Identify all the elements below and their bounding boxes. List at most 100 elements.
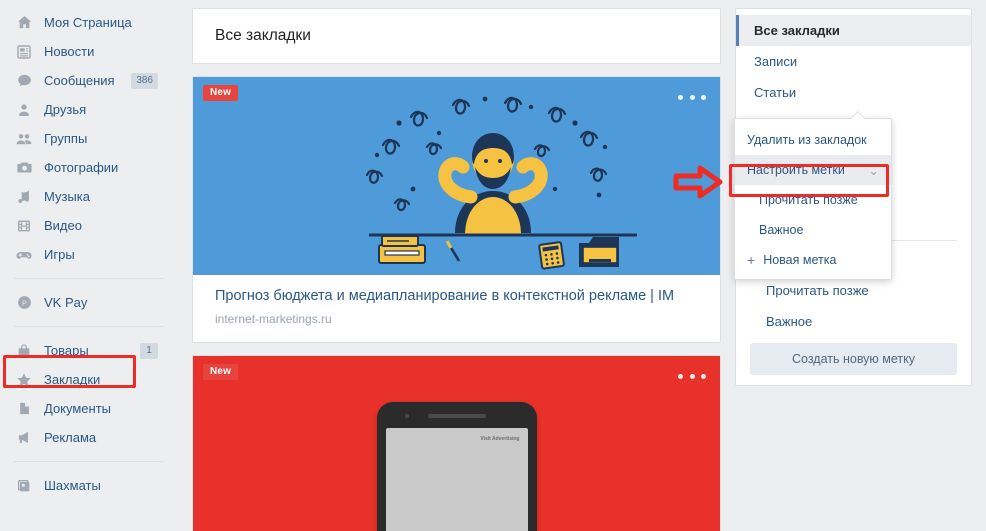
more-options-icon[interactable] [678, 368, 706, 384]
messages-count-badge: 386 [131, 72, 158, 89]
bookmark-card[interactable]: New Visit Advertising [192, 355, 721, 531]
label-item-important[interactable]: Важное [736, 306, 971, 337]
sidebar-item-ads[interactable]: Реклама [0, 423, 178, 452]
market-count-badge: 1 [140, 342, 158, 359]
sidebar-item-friends[interactable]: Друзья [0, 95, 178, 124]
right-nav-item-all-bookmarks[interactable]: Все закладки [736, 15, 971, 46]
menu-item-label: Прочитать позже [759, 193, 858, 207]
sidebar-item-photos[interactable]: Фотографии [0, 153, 178, 182]
sidebar-item-news[interactable]: Новости [0, 37, 178, 66]
menu-item-label: Новая метка [763, 253, 837, 267]
menu-item-new-label[interactable]: + Новая метка [735, 245, 891, 275]
illustration-stressed-man [365, 96, 637, 270]
left-sidebar: Моя Страница Новости Сообщения 386 Друзь… [0, 0, 178, 531]
more-options-icon[interactable] [678, 89, 706, 105]
sidebar-item-chess[interactable]: Шахматы [0, 471, 178, 500]
sidebar-item-groups[interactable]: Группы [0, 124, 178, 153]
label-item-text: Важное [766, 314, 813, 329]
phone-speaker [427, 414, 486, 418]
games-icon [14, 245, 34, 265]
sidebar-divider [14, 461, 164, 462]
sidebar-group-services: Товары 1 Закладки Документы Реклама [0, 336, 178, 452]
groups-icon [14, 129, 34, 149]
card-body: Прогноз бюджета и медиапланирование в ко… [193, 275, 720, 342]
sidebar-item-market[interactable]: Товары 1 [0, 336, 178, 365]
right-nav-label: Записи [754, 54, 798, 69]
plus-icon: + [747, 252, 756, 268]
card-banner-image[interactable]: New Visit Advertising [193, 356, 720, 531]
chevron-down-icon: ⌄ [868, 163, 879, 178]
new-badge: New [203, 364, 239, 380]
svg-text:P: P [22, 299, 27, 307]
sidebar-item-label: Игры [44, 247, 75, 262]
star-icon [14, 370, 34, 390]
sidebar-divider [14, 326, 164, 327]
create-new-label-text: Создать новую метку [791, 352, 915, 366]
menu-item-remove-bookmark[interactable]: Удалить из закладок [735, 125, 891, 155]
messages-icon [14, 71, 34, 91]
documents-icon [14, 399, 34, 419]
bookmark-card[interactable]: New Прогноз бюджета и медиапланирование … [192, 76, 721, 343]
sidebar-item-messages[interactable]: Сообщения 386 [0, 66, 178, 95]
sidebar-item-label: Закладки [44, 372, 101, 387]
sidebar-group-apps: Шахматы [0, 471, 178, 500]
sidebar-item-video[interactable]: Видео [0, 211, 178, 240]
photos-icon [14, 158, 34, 178]
menu-item-label: Настроить метки [747, 163, 845, 177]
page-header: Все закладки [192, 8, 721, 64]
sidebar-item-label: VK Pay [44, 295, 88, 310]
bookmark-context-menu[interactable]: Удалить из закладок Настроить метки ⌄ Пр… [734, 110, 892, 280]
sidebar-item-label: Фотографии [44, 160, 119, 175]
sidebar-item-games[interactable]: Игры [0, 240, 178, 269]
menu-item-label: Удалить из закладок [747, 133, 867, 147]
card-title[interactable]: Прогноз бюджета и медиапланирование в ко… [215, 287, 698, 306]
home-icon [14, 13, 34, 33]
sidebar-item-vk-pay[interactable]: P VK Pay [0, 288, 178, 317]
phone-camera [404, 414, 409, 418]
new-badge: New [203, 85, 239, 101]
ads-icon [14, 428, 34, 448]
market-icon [14, 341, 34, 361]
menu-item-read-later[interactable]: Прочитать позже [735, 185, 891, 215]
sidebar-item-music[interactable]: Музыка [0, 182, 178, 211]
sidebar-item-label: Моя Страница [44, 15, 132, 30]
sidebar-item-label: Музыка [44, 189, 90, 204]
sidebar-item-label: Товары [44, 343, 89, 358]
sidebar-item-label: Сообщения [44, 73, 115, 88]
sidebar-item-label: Видео [44, 218, 82, 233]
sidebar-divider [14, 278, 164, 279]
chess-icon [14, 476, 34, 496]
news-icon [14, 42, 34, 62]
video-icon [14, 216, 34, 236]
friends-icon [14, 100, 34, 120]
right-nav-item-posts[interactable]: Записи [736, 46, 971, 77]
card-domain: internet-marketings.ru [215, 312, 332, 326]
page-title: Все закладки [215, 27, 311, 44]
phone-mockup: Visit Advertising [376, 402, 537, 531]
vk-bookmarks-page: Моя Страница Новости Сообщения 386 Друзь… [0, 0, 986, 531]
red-arrow-pointing-right [673, 165, 723, 199]
sidebar-item-documents[interactable]: Документы [0, 394, 178, 423]
phone-screen-text: Visit Advertising [480, 436, 520, 442]
sidebar-item-label: Документы [44, 401, 112, 416]
phone-screen: Visit Advertising [385, 428, 528, 531]
label-item-text: Прочитать позже [766, 283, 869, 298]
create-new-label-button[interactable]: Создать новую метку [750, 343, 957, 375]
card-banner-image[interactable]: New [193, 77, 720, 275]
sidebar-item-label: Новости [44, 44, 95, 59]
right-nav-item-articles[interactable]: Статьи [736, 77, 971, 108]
sidebar-item-label: Шахматы [44, 478, 101, 493]
right-nav-label: Все закладки [754, 23, 840, 38]
sidebar-item-label: Реклама [44, 430, 97, 445]
music-icon [14, 187, 34, 207]
menu-item-important[interactable]: Важное [735, 215, 891, 245]
vkpay-icon: P [14, 293, 34, 313]
right-nav-label: Статьи [754, 85, 797, 100]
sidebar-item-label: Группы [44, 131, 88, 146]
sidebar-item-bookmarks[interactable]: Закладки [0, 365, 178, 394]
menu-item-label: Важное [759, 223, 804, 237]
sidebar-item-my-page[interactable]: Моя Страница [0, 8, 178, 37]
menu-item-configure-labels[interactable]: Настроить метки ⌄ [735, 155, 891, 185]
sidebar-group-main: Моя Страница Новости Сообщения 386 Друзь… [0, 8, 178, 269]
sidebar-group-vkpay: P VK Pay [0, 288, 178, 317]
